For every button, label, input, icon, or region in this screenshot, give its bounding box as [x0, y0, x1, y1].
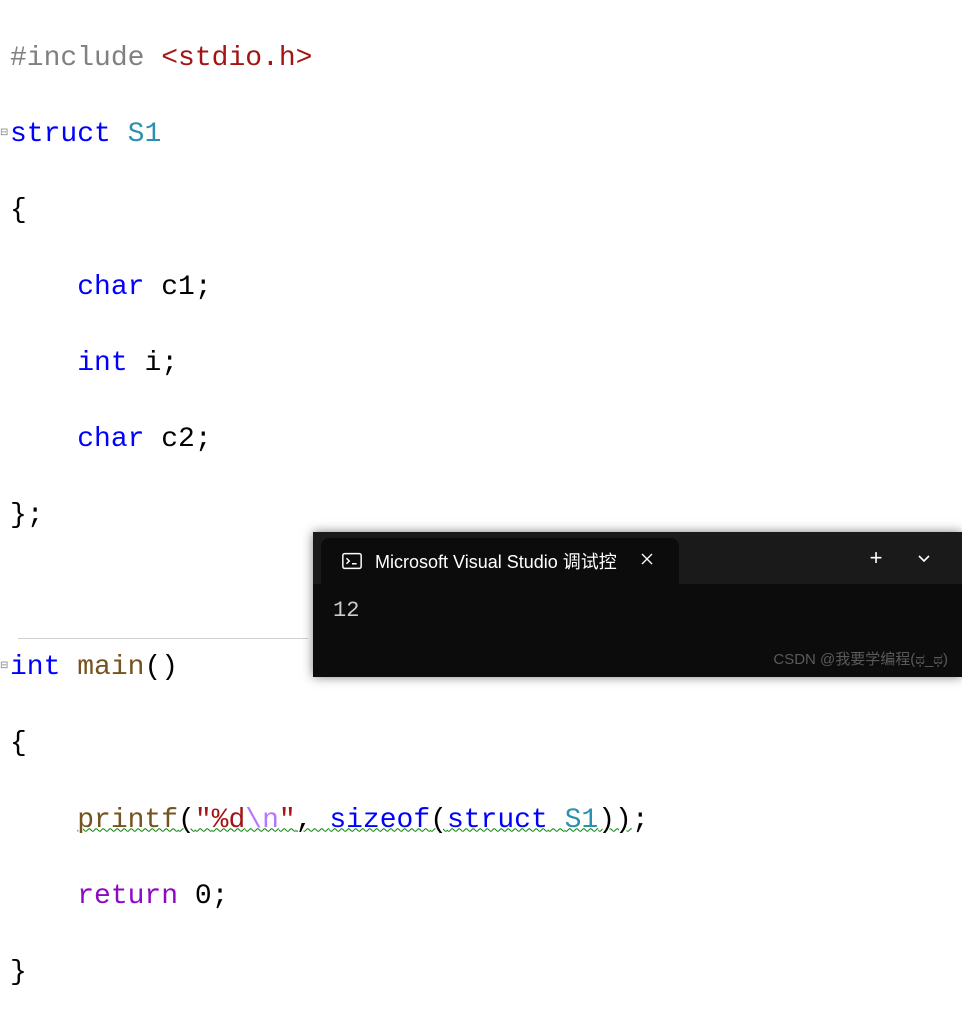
open-brace: {	[10, 195, 27, 226]
function-call: printf	[77, 805, 178, 836]
keyword-type: int	[77, 348, 127, 379]
keyword-sizeof: sizeof	[329, 805, 430, 836]
identifier: c1	[161, 272, 195, 303]
keyword-type: char	[77, 272, 144, 303]
keyword-type: char	[77, 424, 144, 455]
watermark: CSDN @我要学编程(ಥ_ಥ)	[773, 648, 948, 669]
fold-marker-icon[interactable]: ⊟	[0, 660, 10, 674]
output-text: 12	[333, 598, 359, 623]
terminal-icon	[341, 550, 363, 572]
function-name: main	[77, 652, 144, 683]
keyword-return: return	[77, 881, 178, 912]
preprocessor-directive: #include	[10, 43, 144, 74]
close-tab-button[interactable]	[629, 550, 665, 573]
dropdown-button[interactable]	[900, 532, 948, 584]
identifier: i	[144, 348, 161, 379]
include-path: <stdio.h>	[161, 43, 312, 74]
divider	[18, 638, 308, 639]
close-brace: }	[10, 957, 27, 988]
number-literal: 0	[195, 881, 212, 912]
console-title: Microsoft Visual Studio 调试控	[375, 548, 617, 574]
console-output[interactable]: 12	[313, 584, 962, 637]
debug-console-window[interactable]: Microsoft Visual Studio 调试控 + 12 CSDN @我…	[313, 532, 962, 677]
new-tab-button[interactable]: +	[852, 532, 900, 584]
keyword-struct: struct	[10, 119, 111, 150]
keyword-type: int	[10, 652, 60, 683]
format-string: %d	[212, 805, 246, 836]
escape-sequence: \n	[245, 805, 279, 836]
fold-marker-icon[interactable]: ⊟	[0, 127, 10, 141]
console-controls: +	[852, 532, 962, 584]
identifier: c2	[161, 424, 195, 455]
console-titlebar[interactable]: Microsoft Visual Studio 调试控 +	[313, 532, 962, 584]
code-editor[interactable]: #include <stdio.h> ⊟struct S1 { char c1;…	[0, 0, 962, 1030]
type-name: S1	[128, 119, 162, 150]
close-brace: };	[10, 500, 44, 531]
open-brace: {	[10, 728, 27, 759]
console-tab[interactable]: Microsoft Visual Studio 调试控	[321, 538, 679, 584]
